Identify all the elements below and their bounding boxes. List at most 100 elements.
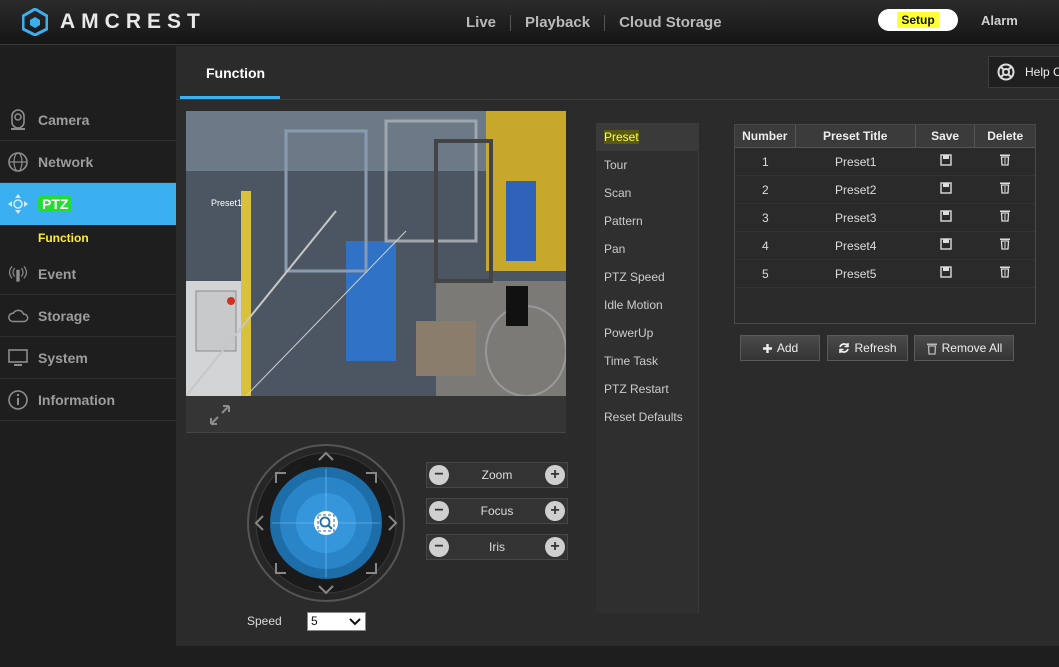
preset-title[interactable]: Preset2 bbox=[796, 176, 916, 203]
ptz-direction-pad[interactable] bbox=[246, 443, 406, 603]
ptz-right-icon[interactable] bbox=[388, 515, 398, 531]
setup-label: Setup bbox=[897, 12, 939, 28]
menu-item-time-task[interactable]: Time Task bbox=[596, 347, 699, 375]
nav-cloud-storage[interactable]: Cloud Storage bbox=[605, 14, 736, 31]
focus-plus-button[interactable]: + bbox=[545, 501, 565, 521]
sidebar-item-network[interactable]: Network bbox=[0, 141, 176, 183]
trash-icon[interactable] bbox=[975, 148, 1035, 175]
menu-item-preset[interactable]: Preset bbox=[596, 123, 699, 151]
column-header-delete: Delete bbox=[987, 129, 1024, 143]
plus-icon bbox=[762, 343, 772, 353]
iris-label: Iris bbox=[489, 540, 505, 554]
save-icon[interactable] bbox=[916, 260, 976, 287]
focus-minus-button[interactable]: − bbox=[429, 501, 449, 521]
ptz-center-zoom-icon[interactable] bbox=[317, 514, 335, 532]
preset-title[interactable]: Preset5 bbox=[796, 260, 916, 287]
refresh-button[interactable]: Refresh bbox=[827, 335, 908, 361]
refresh-icon bbox=[839, 343, 850, 353]
event-icon bbox=[7, 263, 29, 285]
speed-value: 5 bbox=[311, 614, 318, 628]
focus-label: Focus bbox=[480, 504, 514, 518]
chevron-down-icon bbox=[349, 618, 361, 626]
zoom-out-button[interactable]: − bbox=[429, 465, 449, 485]
trash-icon[interactable] bbox=[975, 204, 1035, 231]
iris-plus-button[interactable]: + bbox=[545, 537, 565, 557]
save-icon[interactable] bbox=[916, 176, 976, 203]
table-header: Number Preset Title Save Delete bbox=[735, 125, 1035, 148]
iris-minus-button[interactable]: − bbox=[429, 537, 449, 557]
trash-icon[interactable] bbox=[975, 176, 1035, 203]
fullscreen-icon[interactable] bbox=[208, 403, 232, 427]
tab-function[interactable]: Function bbox=[206, 65, 265, 81]
alarm-link[interactable]: Alarm bbox=[981, 13, 1018, 28]
ptz-down-icon[interactable] bbox=[318, 585, 334, 595]
help-button[interactable]: Help C bbox=[988, 56, 1059, 88]
menu-item-powerup[interactable]: PowerUp bbox=[596, 319, 699, 347]
sidebar-item-label: Camera bbox=[38, 111, 90, 128]
sidebar-item-event[interactable]: Event bbox=[0, 253, 176, 295]
save-icon[interactable] bbox=[916, 232, 976, 259]
remove-all-button[interactable]: Remove All bbox=[914, 335, 1014, 361]
menu-item-scan[interactable]: Scan bbox=[596, 179, 699, 207]
menu-item-ptz-speed[interactable]: PTZ Speed bbox=[596, 263, 699, 291]
sidebar-item-storage[interactable]: Storage bbox=[0, 295, 176, 337]
sidebar-item-label: Event bbox=[38, 265, 77, 282]
ptz-down-right-icon[interactable] bbox=[364, 561, 378, 575]
speed-label: Speed bbox=[247, 614, 282, 628]
camera-icon bbox=[7, 108, 29, 131]
table-row[interactable]: 4 Preset4 bbox=[735, 232, 1035, 260]
table-row[interactable]: 1 Preset1 bbox=[735, 148, 1035, 176]
tab-bar: Function Help C bbox=[176, 46, 1059, 100]
sidebar-item-camera[interactable]: Camera bbox=[0, 99, 176, 141]
preset-number: 2 bbox=[761, 183, 769, 197]
iris-control: − Iris + bbox=[426, 534, 568, 560]
ptz-left-icon[interactable] bbox=[254, 515, 264, 531]
video-control-bar bbox=[186, 396, 566, 433]
live-video-view[interactable]: Preset1 bbox=[186, 111, 566, 396]
table-row[interactable]: 5 Preset5 bbox=[735, 260, 1035, 288]
column-header-title: Preset Title bbox=[796, 125, 916, 147]
column-header-number: Number bbox=[735, 125, 796, 147]
trash-icon[interactable] bbox=[975, 260, 1035, 287]
info-icon bbox=[7, 389, 29, 411]
sidebar-item-information[interactable]: Information bbox=[0, 379, 176, 421]
ptz-up-right-icon[interactable] bbox=[364, 471, 378, 485]
menu-item-pan[interactable]: Pan bbox=[596, 235, 699, 263]
ptz-down-left-icon[interactable] bbox=[274, 561, 288, 575]
preset-title[interactable]: Preset4 bbox=[796, 232, 916, 259]
preset-table: Number Preset Title Save Delete 1 Preset… bbox=[734, 124, 1036, 324]
sidebar: Camera Network PTZ Function Event Storag… bbox=[0, 46, 186, 667]
ptz-up-icon[interactable] bbox=[318, 451, 334, 461]
save-icon[interactable] bbox=[916, 148, 976, 175]
nav-live[interactable]: Live bbox=[452, 14, 512, 31]
ptz-up-left-icon[interactable] bbox=[274, 471, 288, 485]
menu-item-tour[interactable]: Tour bbox=[596, 151, 699, 179]
menu-item-label: Preset bbox=[604, 130, 639, 144]
trash-icon[interactable] bbox=[975, 232, 1035, 259]
add-button[interactable]: Add bbox=[740, 335, 820, 361]
preset-title[interactable]: Preset3 bbox=[796, 204, 916, 231]
preset-title[interactable]: Preset1 bbox=[796, 148, 916, 175]
menu-item-reset-defaults[interactable]: Reset Defaults bbox=[596, 403, 699, 431]
table-row[interactable]: 3 Preset3 bbox=[735, 204, 1035, 232]
speed-select[interactable]: 5 bbox=[307, 612, 366, 631]
main-content: Function Help C Preset1 − Zoom + − Focus… bbox=[176, 46, 1059, 646]
sidebar-item-label: PTZ bbox=[38, 196, 73, 212]
save-icon[interactable] bbox=[916, 204, 976, 231]
sidebar-subitem-function[interactable]: Function bbox=[38, 231, 89, 245]
amcrest-logo[interactable]: AMCREST bbox=[22, 8, 206, 36]
zoom-in-button[interactable]: + bbox=[545, 465, 565, 485]
setup-button[interactable]: Setup bbox=[878, 9, 958, 31]
video-overlay-label: Preset1 bbox=[211, 198, 242, 208]
menu-item-pattern[interactable]: Pattern bbox=[596, 207, 699, 235]
preset-number: 3 bbox=[761, 211, 769, 225]
cloud-icon bbox=[7, 305, 29, 327]
menu-item-idle-motion[interactable]: Idle Motion bbox=[596, 291, 699, 319]
nav-playback[interactable]: Playback bbox=[511, 14, 606, 31]
sidebar-item-system[interactable]: System bbox=[0, 337, 176, 379]
table-row[interactable]: 2 Preset2 bbox=[735, 176, 1035, 204]
menu-item-ptz-restart[interactable]: PTZ Restart bbox=[596, 375, 699, 403]
function-menu: Preset Tour Scan Pattern Pan PTZ Speed I… bbox=[596, 123, 699, 431]
sidebar-item-ptz[interactable]: PTZ bbox=[0, 183, 186, 225]
brand-name: AMCREST bbox=[60, 10, 206, 33]
